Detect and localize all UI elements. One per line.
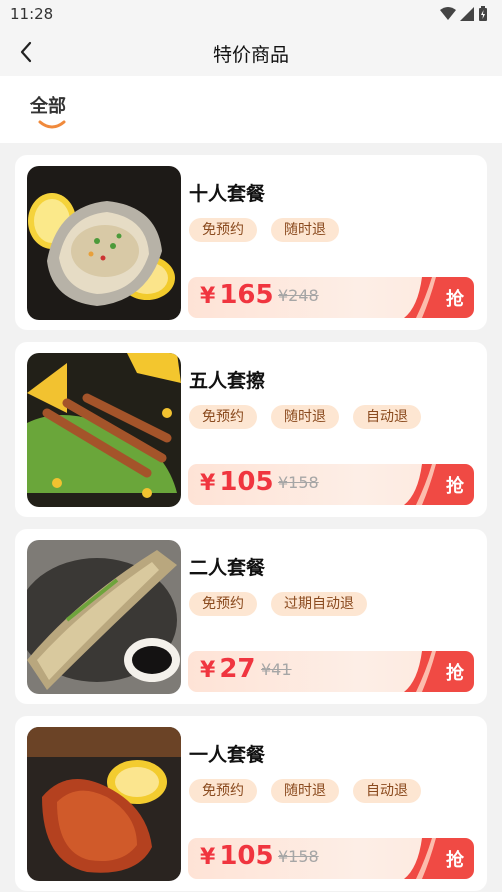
price-currency: ¥ (200, 284, 216, 309)
tag-no-reservation: 免预约 (189, 405, 257, 429)
product-image-chicken-wing (27, 727, 181, 881)
signal-icon (460, 6, 474, 21)
tag-no-reservation: 免预约 (189, 779, 257, 803)
grab-label: 抢 (446, 476, 464, 497)
product-image-grilled-fish (27, 540, 181, 694)
status-bar: 11:28 (0, 0, 502, 28)
product-card[interactable]: 一人套餐 免预约 随时退 自动退 ¥ 105 ¥158 抢 (15, 716, 487, 891)
sale-price: ¥ 27 (200, 654, 256, 684)
original-price: ¥41 (261, 660, 292, 679)
product-tags: 免预约 随时退 (189, 218, 339, 242)
product-image-oyster (27, 166, 181, 320)
original-price: ¥158 (278, 473, 319, 492)
product-card[interactable]: 十人套餐 免预约 随时退 ¥ 165 ¥248 抢 (15, 155, 487, 330)
original-price: ¥158 (278, 847, 319, 866)
price-currency: ¥ (200, 845, 216, 870)
tag-auto-refund: 自动退 (353, 779, 421, 803)
grab-button[interactable]: 抢 (404, 838, 474, 879)
grab-label: 抢 (446, 289, 464, 310)
price-bar: ¥ 27 ¥41 抢 (188, 651, 474, 692)
price-currency: ¥ (200, 471, 216, 496)
tag-refund-anytime: 随时退 (271, 218, 339, 242)
tag-no-reservation: 免预约 (189, 218, 257, 242)
product-tags: 免预约 随时退 自动退 (189, 405, 421, 429)
original-price: ¥248 (278, 286, 319, 305)
price-value: 165 (219, 280, 274, 310)
price-currency: ¥ (200, 658, 216, 683)
price-value: 105 (219, 467, 274, 497)
tag-expired-auto-refund: 过期自动退 (271, 592, 367, 616)
battery-icon (479, 6, 487, 21)
product-title: 十人套餐 (189, 183, 266, 205)
price-bar: ¥ 105 ¥158 抢 (188, 464, 474, 505)
tag-refund-anytime: 随时退 (271, 779, 339, 803)
grab-button[interactable]: 抢 (404, 651, 474, 692)
tag-no-reservation: 免预约 (189, 592, 257, 616)
grab-button[interactable]: 抢 (404, 277, 474, 318)
product-list: 十人套餐 免预约 随时退 ¥ 165 ¥248 抢 五人套擦 免预约 随时退 自… (15, 155, 487, 892)
product-title: 五人套擦 (189, 370, 266, 392)
product-title: 二人套餐 (189, 557, 266, 579)
sale-price: ¥ 105 (200, 467, 274, 497)
grab-label: 抢 (446, 663, 464, 684)
price-value: 105 (219, 841, 274, 871)
tag-auto-refund: 自动退 (353, 405, 421, 429)
tab-all[interactable]: 全部 (30, 92, 66, 118)
product-card[interactable]: 二人套餐 免预约 过期自动退 ¥ 27 ¥41 抢 (15, 529, 487, 704)
grab-button[interactable]: 抢 (404, 464, 474, 505)
status-icons (440, 6, 488, 21)
navigation-bar: 特价商品 (0, 28, 502, 76)
sale-price: ¥ 165 (200, 280, 274, 310)
category-tabs: 全部 (0, 76, 502, 143)
grab-label: 抢 (446, 850, 464, 871)
price-bar: ¥ 105 ¥158 抢 (188, 838, 474, 879)
product-title: 一人套餐 (189, 744, 266, 766)
product-card[interactable]: 五人套擦 免预约 随时退 自动退 ¥ 105 ¥158 抢 (15, 342, 487, 517)
wifi-icon (440, 6, 456, 20)
product-image-skewers (27, 353, 181, 507)
sale-price: ¥ 105 (200, 841, 274, 871)
product-tags: 免预约 过期自动退 (189, 592, 367, 616)
tab-active-indicator (38, 120, 66, 129)
page-title: 特价商品 (212, 44, 289, 66)
price-bar: ¥ 165 ¥248 抢 (188, 277, 474, 318)
price-value: 27 (219, 654, 256, 684)
status-time: 11:28 (10, 5, 54, 23)
tag-refund-anytime: 随时退 (271, 405, 339, 429)
product-tags: 免预约 随时退 自动退 (189, 779, 421, 803)
